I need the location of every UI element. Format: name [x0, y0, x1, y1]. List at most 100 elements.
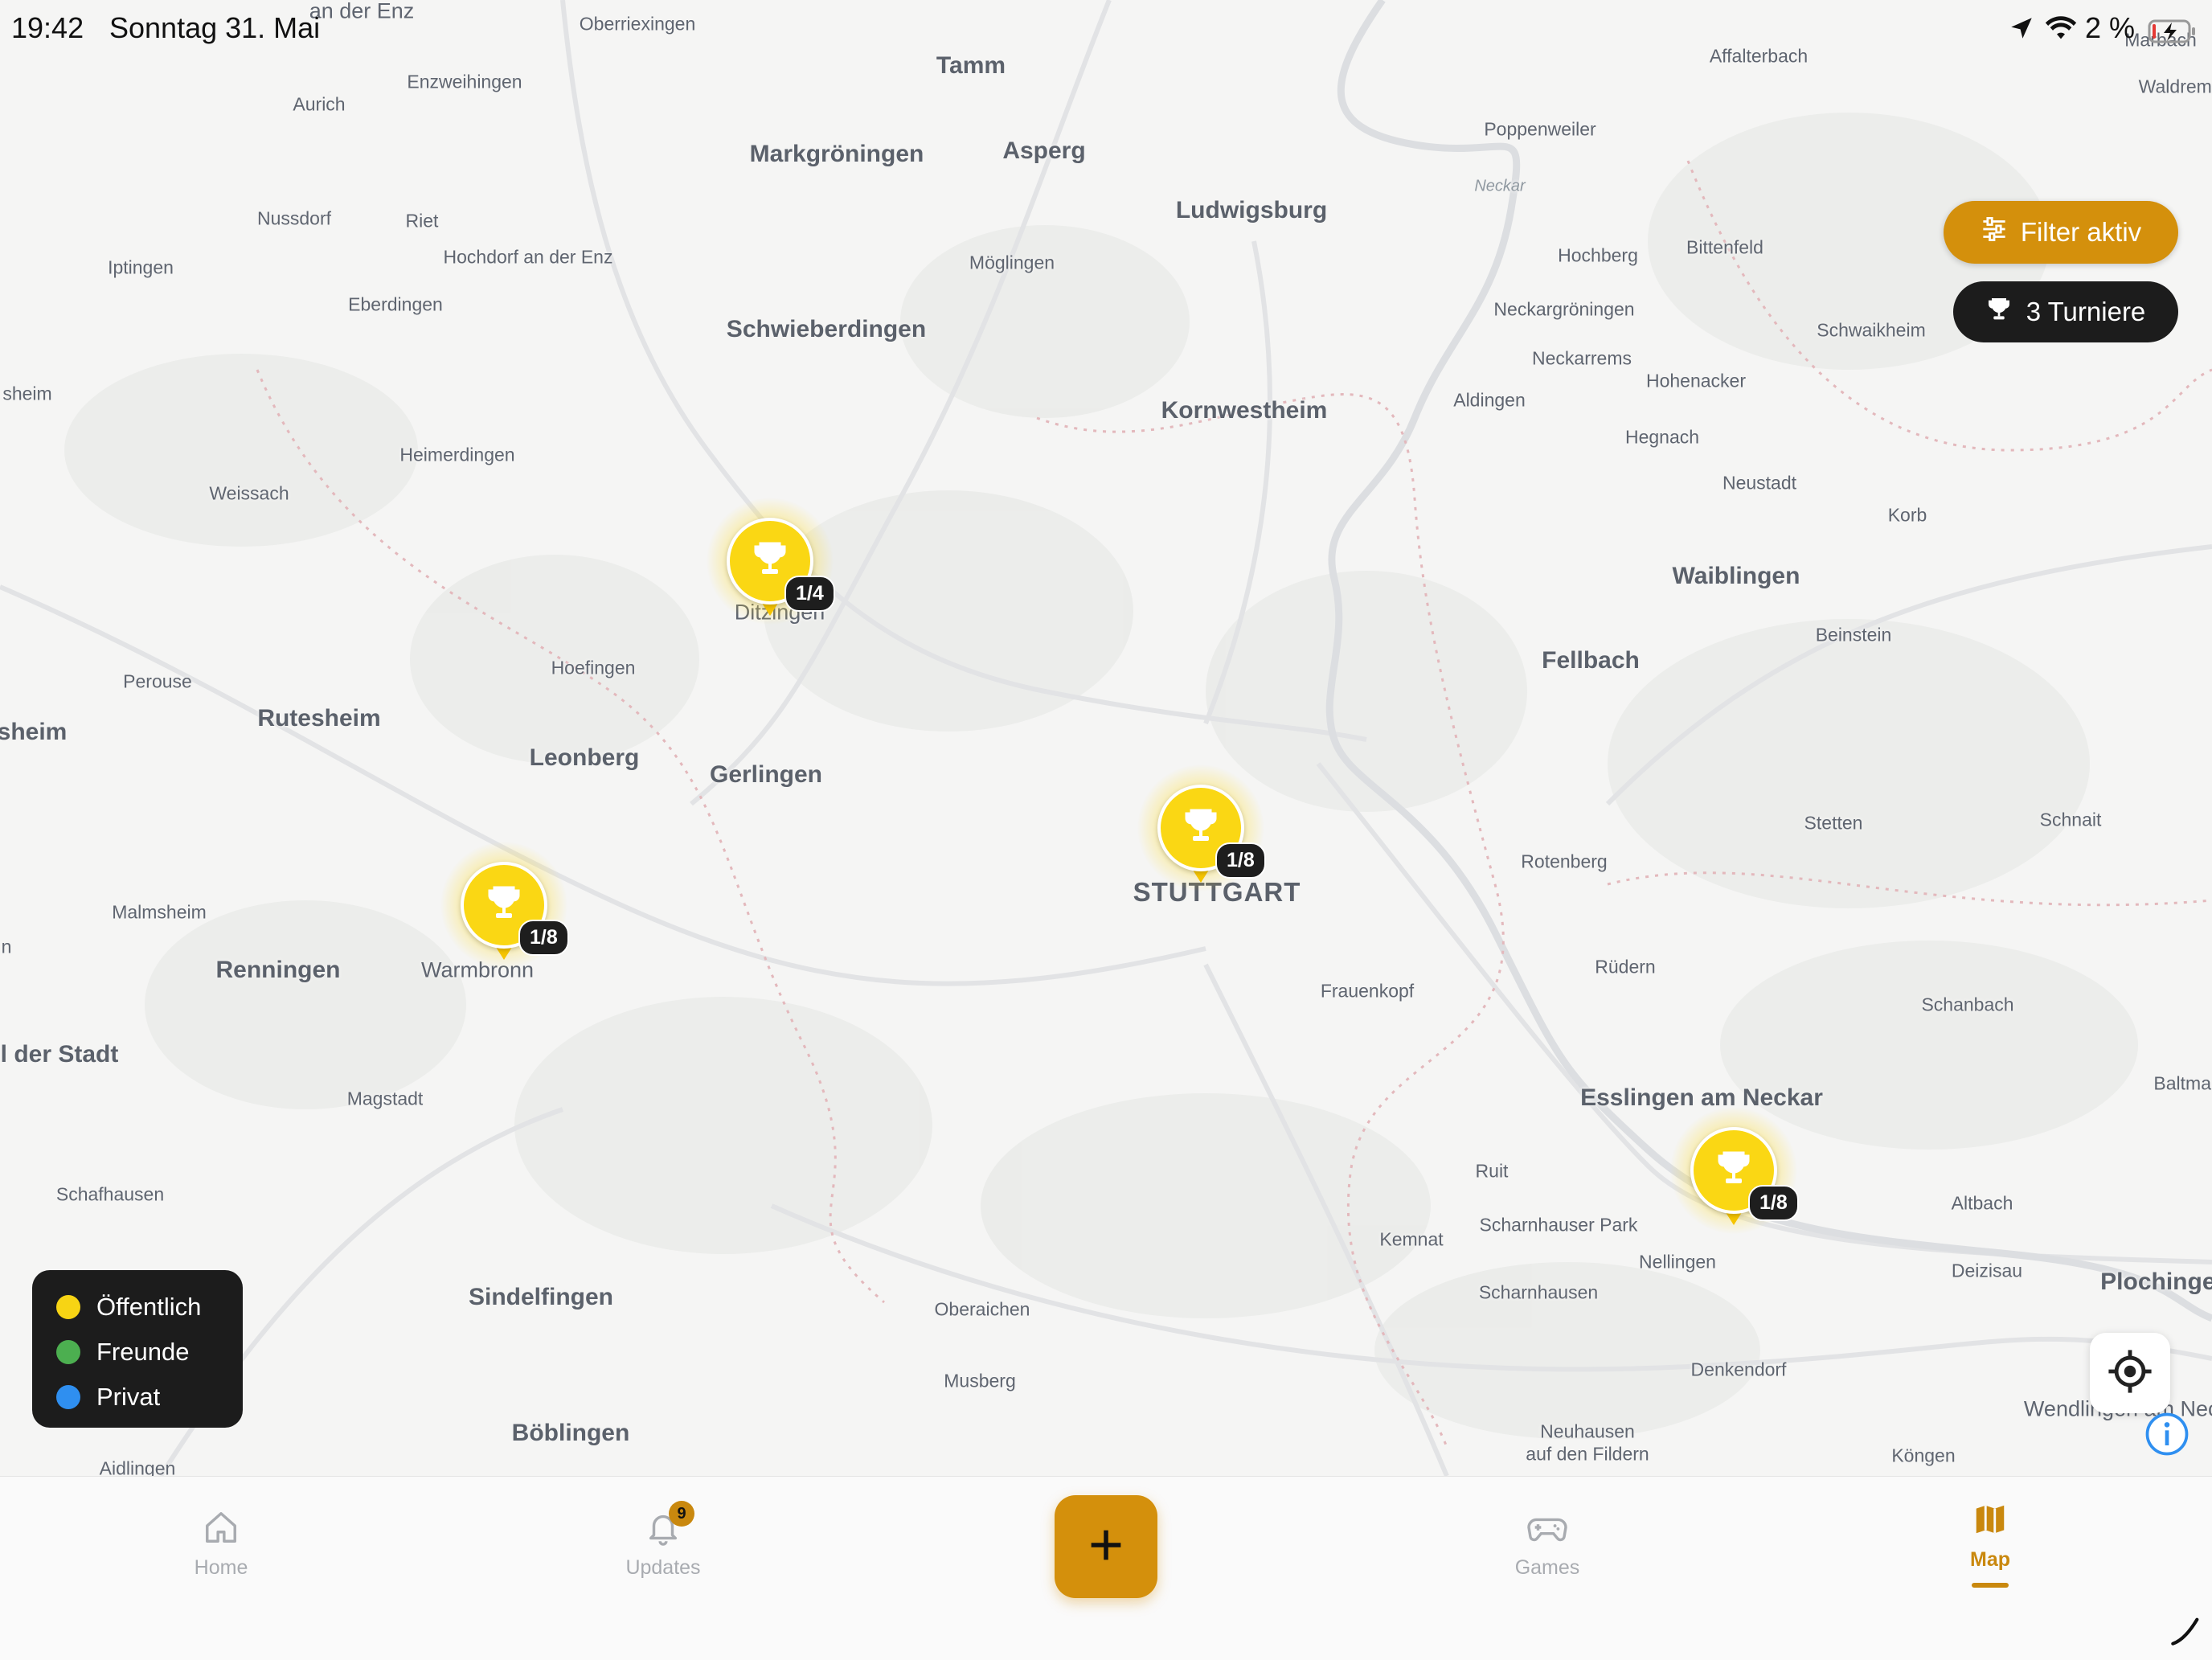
place-label: Iptingen [108, 256, 174, 278]
place-label: Aurich [293, 93, 346, 115]
place-label: Kemnat [1379, 1228, 1444, 1250]
place-label: Böblingen [511, 1420, 630, 1446]
filter-active-button[interactable]: Filter aktiv [1944, 201, 2178, 264]
legend-dot-friends [56, 1340, 80, 1364]
place-label: Musberg [944, 1370, 1016, 1392]
place-label: Markgröningen [749, 141, 924, 167]
place-label: Ludwigsburg [1175, 197, 1328, 223]
place-label: Gerlingen [709, 761, 823, 788]
place-label: Asperg [1002, 137, 1086, 164]
tournament-marker[interactable]: 1/8 [1137, 764, 1266, 897]
place-label: Plochingen [2100, 1269, 2212, 1295]
create-button[interactable] [1055, 1495, 1157, 1598]
place-label: Weissach [209, 482, 289, 504]
place-label: Waiblingen [1672, 563, 1800, 589]
place-label: Enzweihingen [407, 71, 522, 92]
place-label: Hohenacker [1645, 370, 1747, 391]
place-label: Malmsheim [112, 901, 207, 923]
place-label: Eberdingen [348, 293, 443, 315]
filter-active-label: Filter aktiv [2020, 217, 2142, 247]
tab-home[interactable]: Home [141, 1509, 301, 1580]
place-label: Köngen [1891, 1445, 1956, 1466]
trophy-icon [1986, 296, 2012, 328]
tournaments-count-label: 3 Turniere [2026, 297, 2146, 326]
place-label: Renningen [215, 957, 341, 983]
gamepad-icon [1527, 1518, 1567, 1551]
place-label: Leonberg [529, 744, 640, 771]
place-label: Stetten [1804, 812, 1863, 834]
place-label: Hegnach [1624, 426, 1700, 448]
place-label: Riet [405, 210, 439, 232]
place-label: an der Enz [309, 0, 415, 23]
place-label: Aidlingen [99, 1457, 176, 1477]
place-label: Hoefingen [551, 657, 636, 678]
trophy-icon [1182, 805, 1220, 851]
place-label: Poppenweiler [1484, 118, 1596, 140]
trophy-icon [485, 883, 523, 928]
place-label: Neckar [1474, 177, 1526, 195]
map-info-icon[interactable] [2144, 1412, 2189, 1457]
battery-charging-icon [2148, 18, 2198, 51]
place-label: n [1, 936, 12, 957]
map-view[interactable]: an der Enz Oberriexingen Tamm Affalterbach M… [0, 0, 2212, 1476]
tab-updates-label: Updates [625, 1556, 701, 1579]
tab-updates[interactable]: 9 Updates [583, 1501, 743, 1580]
legend-item-friends: Freunde [32, 1330, 243, 1375]
place-label: Bittenfeld [1686, 236, 1763, 258]
legend-label-public: Öffentlich [96, 1293, 202, 1321]
tournament-marker[interactable]: 1/4 [706, 497, 835, 630]
tab-map-indicator [1972, 1583, 2009, 1588]
locate-me-button[interactable] [2090, 1333, 2170, 1413]
place-label: Magstadt [346, 1088, 424, 1109]
place-label: Schwaikheim [1817, 319, 1926, 341]
place-label: Oberriexingen [579, 13, 696, 35]
place-label: Aldingen [1453, 389, 1526, 411]
place-label: Korb [1887, 504, 1927, 526]
location-arrow-icon [2008, 14, 2035, 49]
place-label: Scharnhauser Park [1479, 1214, 1638, 1236]
tab-map[interactable]: Map [1910, 1501, 2071, 1588]
place-label: Neuhausen [1540, 1420, 1635, 1442]
place-label: Heimerdingen [399, 444, 515, 465]
crosshair-icon [2107, 1348, 2153, 1399]
place-label: Rotenberg [1521, 850, 1608, 872]
legend-dot-private [56, 1385, 80, 1409]
plus-icon [1088, 1527, 1124, 1567]
legend-item-private: Privat [32, 1375, 243, 1420]
tournaments-count-button[interactable]: 3 Turniere [1953, 281, 2178, 342]
place-label: Hochdorf an der Enz [443, 246, 613, 268]
tournament-marker[interactable]: 1/8 [440, 841, 569, 974]
place-label: Tamm [936, 52, 1006, 79]
place-label: Schnait [2039, 809, 2102, 830]
place-label: Altbach [1951, 1192, 2013, 1214]
legend-dot-public [56, 1295, 80, 1319]
place-label: sheim [0, 719, 68, 745]
place-label: Rutesheim [257, 705, 381, 732]
place-label: Nellingen [1639, 1251, 1716, 1273]
place-label: Denkendorf [1690, 1359, 1787, 1380]
place-label: Kornwestheim [1161, 397, 1328, 424]
tournament-marker[interactable]: 1/8 [1669, 1106, 1799, 1240]
place-label: Beinstein [1815, 624, 1892, 646]
marker-participants-badge: 1/8 [518, 920, 569, 956]
place-label: Schafhausen [55, 1183, 165, 1205]
place-label: Ruit [1475, 1160, 1509, 1182]
place-label: Neckargröningen [1493, 298, 1635, 320]
tab-home-label: Home [194, 1556, 248, 1579]
tab-games[interactable]: Games [1467, 1509, 1628, 1580]
marker-participants-badge: 1/8 [1748, 1185, 1799, 1221]
place-label: Scharnhausen [1478, 1281, 1599, 1303]
place-label: Oberaichen [934, 1298, 1030, 1320]
place-label: Schanbach [1921, 994, 2014, 1015]
sliders-icon [1981, 217, 2008, 248]
legend-label-friends: Freunde [96, 1338, 190, 1366]
updates-badge: 9 [669, 1501, 694, 1527]
place-label: Sindelfingen [469, 1284, 613, 1310]
place-label: Deizisau [1951, 1260, 2023, 1281]
battery-percent: 2 % [2085, 11, 2136, 44]
bell-icon: 9 [645, 1501, 694, 1551]
place-label: Neustadt [1722, 472, 1797, 494]
map-icon [1972, 1505, 2009, 1543]
map-base-layer [0, 0, 2212, 1476]
trophy-icon [1714, 1148, 1753, 1194]
